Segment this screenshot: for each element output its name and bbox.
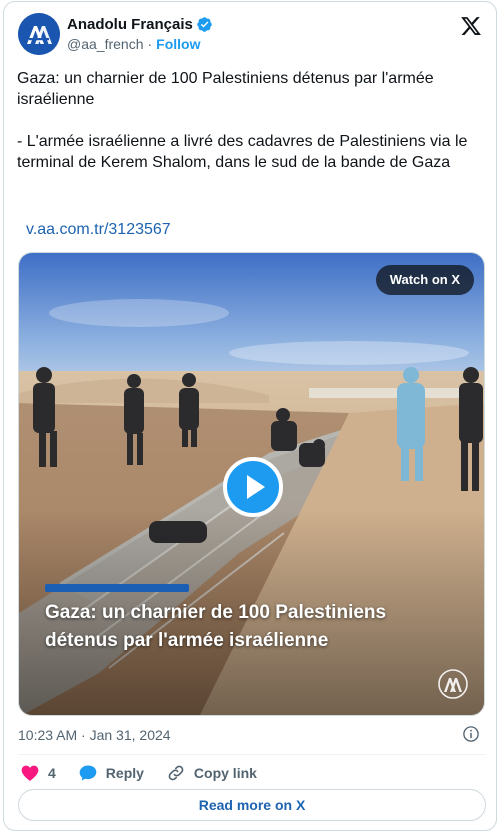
author-avatar[interactable]: [18, 13, 60, 55]
aa-watermark-icon: [438, 669, 468, 699]
reply-button[interactable]: Reply: [78, 763, 144, 783]
tweet-card: Anadolu Français @aa_french · Follow Gaz…: [3, 1, 497, 831]
watch-on-x-button[interactable]: Watch on X: [375, 265, 474, 295]
copy-link-label: Copy link: [193, 765, 257, 781]
tweet-text: Gaza: un charnier de 100 Palestiniens dé…: [17, 68, 485, 173]
video-caption-line-1: Gaza: un charnier de 100 Palestiniens: [45, 602, 387, 623]
aa-logo-icon: [18, 13, 60, 55]
video-caption-line-2: détenus par l'armée israélienne: [45, 630, 329, 651]
author-handle[interactable]: @aa_french: [67, 36, 143, 52]
heart-icon: [21, 765, 39, 781]
author-name[interactable]: Anadolu Français: [67, 16, 213, 33]
verified-badge-icon: [196, 16, 213, 33]
follow-button[interactable]: Follow: [156, 36, 200, 52]
tweet-link[interactable]: v.aa.com.tr/3123567: [26, 221, 171, 239]
play-button[interactable]: [223, 457, 283, 517]
action-bar: 4 Reply Copy link: [20, 762, 279, 784]
like-button[interactable]: 4: [20, 763, 56, 783]
play-icon: [247, 475, 265, 499]
author-handle-row: @aa_french · Follow: [67, 36, 200, 52]
link-icon: [168, 765, 184, 781]
tweet-paragraph-1: Gaza: un charnier de 100 Palestiniens dé…: [17, 70, 434, 108]
video-caption: Gaza: un charnier de 100 Palestiniens dé…: [45, 599, 465, 655]
reply-label: Reply: [105, 765, 144, 781]
like-count: 4: [48, 765, 56, 781]
divider: [18, 754, 486, 755]
copy-link-button[interactable]: Copy link: [166, 763, 257, 783]
read-more-button[interactable]: Read more on X: [18, 789, 486, 821]
video-player[interactable]: Watch on X Gaza: un charnier de 100 Pale…: [18, 252, 485, 716]
tweet-timestamp[interactable]: 10:23 AM · Jan 31, 2024: [18, 727, 171, 743]
reply-bubble-icon: [79, 765, 97, 781]
author-name-text: Anadolu Français: [67, 16, 193, 33]
x-logo-icon[interactable]: [460, 15, 482, 37]
info-icon[interactable]: [462, 725, 480, 743]
tweet-paragraph-2: - L'armée israélienne a livré des cadavr…: [17, 133, 468, 171]
caption-accent-bar: [45, 584, 189, 592]
separator-dot: ·: [147, 36, 153, 52]
